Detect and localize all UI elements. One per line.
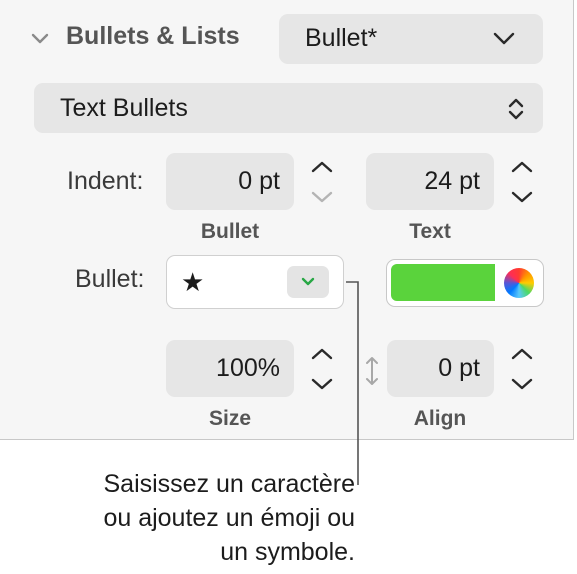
- bullet-align-sublabel: Align: [413, 407, 467, 430]
- bullet-color-swatch[interactable]: [391, 264, 495, 301]
- callout-line-2: ou ajoutez un émoji ou: [103, 504, 355, 532]
- text-indent-stepper[interactable]: [502, 152, 542, 212]
- stepper-up-icon[interactable]: [502, 339, 542, 369]
- callout-annotation: Saisissez un caractère ou ajoutez un émo…: [25, 467, 355, 569]
- list-style-value: Bullet*: [305, 24, 378, 52]
- stepper-down-icon: [302, 182, 342, 212]
- indent-label: Indent:: [67, 167, 144, 195]
- bullet-align-stepper[interactable]: [502, 339, 542, 399]
- stepper-up-icon[interactable]: [302, 152, 342, 182]
- bullet-align-field[interactable]: 0 pt: [387, 340, 494, 397]
- bullet-color-well[interactable]: [386, 259, 544, 307]
- stepper-down-icon[interactable]: [302, 369, 342, 399]
- updown-chevron-icon: [508, 98, 524, 120]
- stepper-down-icon[interactable]: [502, 182, 542, 212]
- color-wheel-icon[interactable]: [504, 268, 534, 298]
- stepper-up-icon[interactable]: [302, 339, 342, 369]
- bullet-size-stepper[interactable]: [302, 339, 342, 399]
- section-title: Bullets & Lists: [66, 22, 240, 50]
- stepper-down-icon[interactable]: [502, 369, 542, 399]
- bullet-label: Bullet:: [75, 265, 145, 293]
- vertical-resize-icon: [366, 357, 378, 385]
- callout-line-3: un symbole.: [220, 538, 355, 566]
- bullet-indent-field[interactable]: 0 pt: [166, 153, 294, 210]
- bullet-character: ★: [181, 267, 205, 297]
- bullet-size-field[interactable]: 100%: [166, 340, 294, 397]
- text-indent-sublabel: Text: [409, 220, 451, 243]
- bullet-size-sublabel: Size: [208, 407, 252, 430]
- stepper-up-icon[interactable]: [502, 152, 542, 182]
- bullet-type-popup[interactable]: Text Bullets: [34, 83, 543, 133]
- chevron-down-icon: [301, 277, 315, 286]
- bullet-type-value: Text Bullets: [60, 94, 188, 122]
- list-style-popup[interactable]: Bullet*: [279, 14, 543, 64]
- bullet-indent-sublabel: Bullet: [200, 220, 260, 243]
- chevron-down-icon: [493, 32, 515, 45]
- text-indent-field[interactable]: 24 pt: [366, 153, 494, 210]
- bullet-indent-stepper[interactable]: [302, 152, 342, 212]
- bullets-lists-panel: Bullets & Lists Bullet* Text Bullets Ind…: [0, 0, 574, 440]
- bullet-character-field[interactable]: ★: [166, 255, 344, 309]
- chevron-down-icon[interactable]: [28, 26, 52, 50]
- bullet-character-menu-button[interactable]: [287, 266, 329, 298]
- callout-line-1: Saisissez un caractère: [103, 470, 355, 498]
